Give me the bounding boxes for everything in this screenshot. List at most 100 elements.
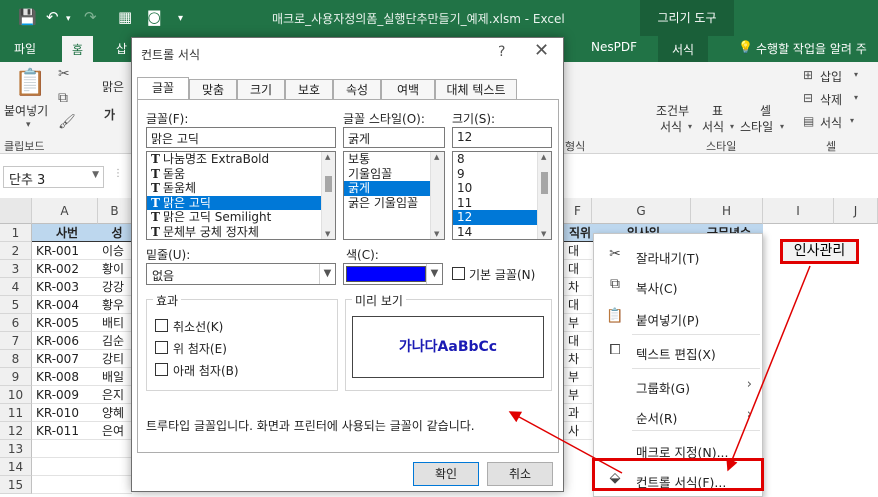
tab-alignment[interactable]: 맞춤 xyxy=(189,79,237,100)
table-cell[interactable] xyxy=(32,440,132,458)
table-format-label-2[interactable]: 서식 xyxy=(702,118,724,135)
strikethrough-checkbox[interactable] xyxy=(155,319,168,332)
tab-format[interactable]: 서식 xyxy=(658,36,709,62)
table-cell[interactable]: KR-001 xyxy=(32,242,98,260)
table-cell[interactable] xyxy=(32,458,132,476)
table-cell[interactable]: 강강 xyxy=(98,278,132,296)
row-header[interactable]: 12 xyxy=(0,422,32,440)
insert-cells-icon[interactable]: ⊞ xyxy=(803,68,813,82)
table-cell[interactable]: KR-007 xyxy=(32,350,98,368)
conditional-format-label-2[interactable]: 서식 xyxy=(660,118,682,135)
row-header[interactable]: 2 xyxy=(0,242,32,260)
table-cell[interactable]: 대 xyxy=(564,332,592,350)
tab-insert[interactable]: 삽 xyxy=(116,40,127,57)
row-header[interactable]: 14 xyxy=(0,458,32,476)
row-header[interactable]: 7 xyxy=(0,332,32,350)
row-header[interactable]: 11 xyxy=(0,404,32,422)
table-cell[interactable]: 과 xyxy=(564,404,592,422)
row-header[interactable]: 1 xyxy=(0,224,32,242)
format-cells-button[interactable]: 서식 xyxy=(820,114,842,131)
superscript-checkbox[interactable] xyxy=(155,341,168,354)
paste-icon[interactable]: 📋 xyxy=(14,68,46,98)
list-item[interactable]: T 돋움체 xyxy=(147,181,335,196)
font-name-box[interactable]: 맑은 xyxy=(102,78,124,95)
undo-icon[interactable]: ↶ xyxy=(46,8,59,26)
table-cell[interactable]: 강티 xyxy=(98,350,132,368)
scroll-up-icon[interactable]: ▲ xyxy=(325,153,330,161)
column-header-g[interactable]: G xyxy=(592,198,691,224)
conditional-format-button[interactable]: 조건부 xyxy=(656,102,689,119)
table-cell[interactable]: 차 xyxy=(564,350,592,368)
list-item[interactable]: T 맑은 고딕 xyxy=(147,195,335,210)
paste-dropdown-icon[interactable]: ▾ xyxy=(26,120,31,130)
chevron-down-icon[interactable]: ▼ xyxy=(426,264,442,284)
column-header-f[interactable]: F xyxy=(564,198,592,224)
table-cell[interactable]: KR-005 xyxy=(32,314,98,332)
table-cell[interactable]: KR-011 xyxy=(32,422,98,440)
column-header-j[interactable]: J xyxy=(834,198,878,224)
help-icon[interactable]: ? xyxy=(498,44,505,60)
table-cell[interactable]: 황이 xyxy=(98,260,132,278)
name-box[interactable]: 단추 3 ▼ xyxy=(3,166,104,188)
table-cell[interactable]: 대 xyxy=(564,296,592,314)
tab-properties[interactable]: 속성 xyxy=(333,79,381,100)
column-header-h[interactable]: H xyxy=(691,198,763,224)
form-icon[interactable]: ▦ xyxy=(118,8,132,26)
scroll-down-icon[interactable]: ▼ xyxy=(434,230,439,238)
scroll-thumb[interactable] xyxy=(541,172,548,194)
tab-font[interactable]: 글꼴 xyxy=(137,77,189,100)
column-header-i[interactable]: I xyxy=(763,198,834,224)
table-cell[interactable]: KR-009 xyxy=(32,386,98,404)
save-icon[interactable]: 💾 xyxy=(18,8,37,26)
copy-icon[interactable]: ⧉ xyxy=(58,90,68,106)
column-header-b[interactable]: B xyxy=(98,198,132,224)
menu-item-edit-text[interactable]: ⧠ 텍스트 편집(X) xyxy=(594,337,762,365)
bold-button[interactable]: 가 xyxy=(104,106,115,123)
undo-dropdown-icon[interactable]: ▾ xyxy=(66,14,71,24)
subscript-checkbox[interactable] xyxy=(155,363,168,376)
table-cell[interactable]: 부 xyxy=(564,368,592,386)
row-header[interactable]: 15 xyxy=(0,476,32,494)
table-cell[interactable]: 배티 xyxy=(98,314,132,332)
tab-size[interactable]: 크기 xyxy=(237,79,285,100)
table-cell[interactable]: 부 xyxy=(564,314,592,332)
table-cell[interactable]: 황우 xyxy=(98,296,132,314)
table-format-button[interactable]: 표 xyxy=(712,102,723,119)
list-item[interactable]: 기울임꼴 xyxy=(344,167,444,182)
tell-me-input[interactable]: 수행할 작업을 알려 주 xyxy=(756,40,867,57)
table-cell[interactable]: 차 xyxy=(564,278,592,296)
table-cell[interactable]: 양혜 xyxy=(98,404,132,422)
scroll-thumb[interactable] xyxy=(325,176,332,192)
menu-item-copy[interactable]: ⧉ 복사(C) xyxy=(594,271,762,299)
cut-icon[interactable]: ✂ xyxy=(58,66,70,82)
delete-cells-button[interactable]: 삭제 xyxy=(820,91,842,108)
row-header[interactable]: 8 xyxy=(0,350,32,368)
normal-font-checkbox[interactable] xyxy=(452,267,465,280)
format-dropdown-icon[interactable]: ▾ xyxy=(850,116,854,125)
font-style-list[interactable]: 보통 기울임꼴 굵게 굵은 기울임꼴 ▲ ▼ xyxy=(343,151,445,240)
list-item[interactable]: T 맑은 고딕 Semilight xyxy=(147,210,335,225)
table-cell[interactable]: 김순 xyxy=(98,332,132,350)
table-cell[interactable]: 대 xyxy=(564,242,592,260)
row-header[interactable]: 4 xyxy=(0,278,32,296)
table-cell[interactable]: 은지 xyxy=(98,386,132,404)
size-input[interactable]: 12 xyxy=(452,127,552,148)
insert-cells-button[interactable]: 삽입 xyxy=(820,68,842,85)
table-cell[interactable]: KR-006 xyxy=(32,332,98,350)
row-header[interactable]: 10 xyxy=(0,386,32,404)
tab-nespdf[interactable]: NesPDF xyxy=(591,40,637,54)
close-icon[interactable]: ✕ xyxy=(534,40,549,61)
format-painter-icon[interactable]: 🖌 xyxy=(58,114,76,130)
hr-management-shape-button[interactable]: 인사관리 xyxy=(780,239,859,264)
underline-select[interactable]: 없음 ▼ xyxy=(146,263,336,285)
tab-file[interactable]: 파일 xyxy=(14,40,36,57)
table-cell[interactable]: 대 xyxy=(564,260,592,278)
ok-button[interactable]: 확인 xyxy=(413,462,479,486)
cell-style-dropdown-icon[interactable]: ▾ xyxy=(780,122,784,131)
table-format-dropdown-icon[interactable]: ▾ xyxy=(730,122,734,131)
font-style-scrollbar[interactable]: ▲ ▼ xyxy=(430,152,444,239)
header-cell-id[interactable]: 사번 xyxy=(32,224,98,242)
table-cell[interactable]: 은여 xyxy=(98,422,132,440)
cancel-button[interactable]: 취소 xyxy=(487,462,553,486)
table-cell[interactable] xyxy=(32,476,132,494)
